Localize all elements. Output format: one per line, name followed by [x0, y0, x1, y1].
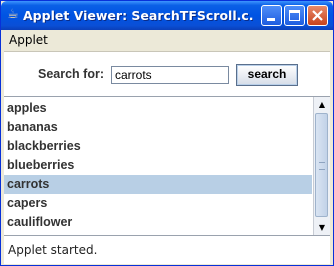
- list-item[interactable]: apples: [4, 99, 312, 118]
- applet-viewer-window: ☕ Applet Viewer: SearchTFScroll.c... App…: [0, 0, 334, 266]
- search-button[interactable]: search: [236, 64, 298, 86]
- list-item[interactable]: cauliflower: [4, 213, 312, 232]
- scroll-down-arrow-icon[interactable]: ▼: [314, 220, 330, 235]
- list-item[interactable]: blueberries: [4, 156, 312, 175]
- window-title: Applet Viewer: SearchTFScroll.c...: [23, 8, 253, 23]
- search-row: Search for: carrots search: [4, 52, 330, 94]
- maximize-icon: [289, 10, 300, 21]
- list-item[interactable]: blackberries: [4, 137, 312, 156]
- close-icon: [312, 10, 323, 21]
- minimize-button[interactable]: [261, 5, 282, 26]
- java-cup-icon[interactable]: ☕: [6, 8, 20, 22]
- list-item[interactable]: bananas: [4, 118, 312, 137]
- maximize-button[interactable]: [284, 5, 305, 26]
- vertical-scrollbar[interactable]: ▲ ▼: [313, 97, 330, 235]
- list-item[interactable]: cucumber: [4, 232, 312, 235]
- minimize-icon: [267, 18, 275, 21]
- scroll-up-arrow-icon[interactable]: ▲: [314, 97, 330, 112]
- search-input[interactable]: carrots: [111, 66, 229, 84]
- status-text: Applet started.: [8, 243, 98, 257]
- grip-icon: [319, 162, 325, 170]
- fruit-list[interactable]: apples bananas blackberries blueberries …: [4, 96, 330, 236]
- list-item[interactable]: capers: [4, 194, 312, 213]
- close-button[interactable]: [307, 5, 328, 26]
- menu-applet[interactable]: Applet: [9, 33, 48, 47]
- list-items: apples bananas blackberries blueberries …: [4, 99, 312, 235]
- menu-bar: Applet: [4, 30, 330, 52]
- applet-content: Search for: carrots search apples banana…: [4, 52, 330, 264]
- title-bar[interactable]: ☕ Applet Viewer: SearchTFScroll.c...: [1, 1, 333, 30]
- search-label: Search for:: [38, 67, 104, 81]
- scrollbar-thumb[interactable]: [315, 113, 328, 217]
- list-item-selected[interactable]: carrots: [4, 175, 312, 194]
